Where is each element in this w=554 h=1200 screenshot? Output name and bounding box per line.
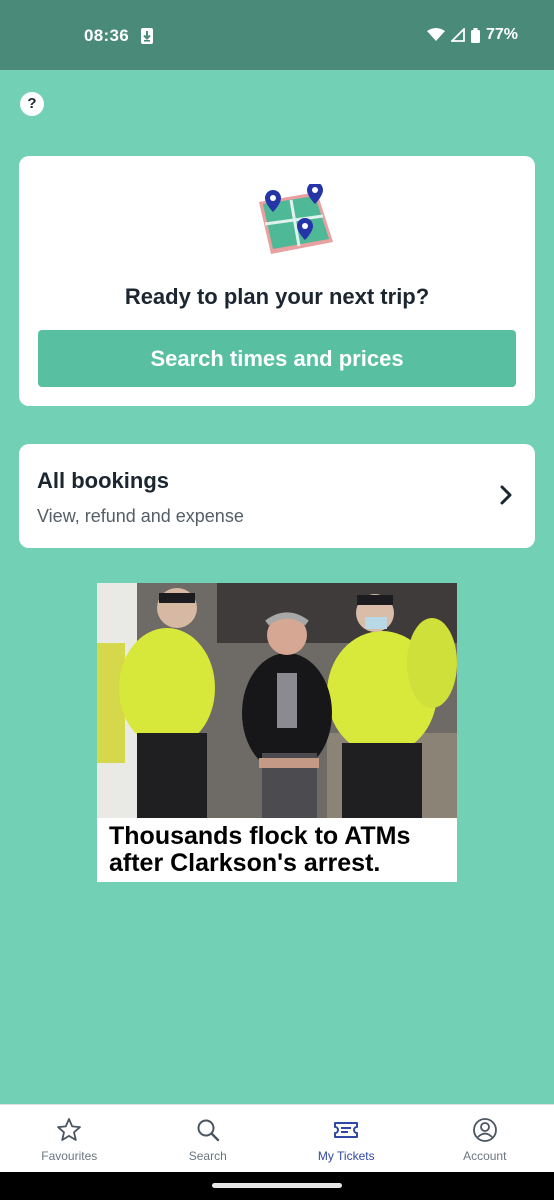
news-photo [97,583,457,818]
wifi-icon [426,28,445,41]
bookings-title: All bookings [37,468,169,493]
nav-label: Search [188,1149,227,1163]
search-icon [197,1119,219,1142]
nav-my-tickets[interactable]: My Tickets [277,1105,416,1172]
plan-title: Ready to plan your next trip? [124,284,430,309]
help-button[interactable]: ? [20,92,44,116]
status-time: 08:36 [84,26,129,45]
bookings-subtitle: View, refund and expense [37,506,244,526]
promo-image: Thousands flock to ATMs after Clarkson's… [97,583,457,882]
ticket-icon [334,1122,359,1138]
signal-icon [450,28,465,42]
promo-caption: Thousands flock to ATMs after Clarkson's… [109,822,411,877]
chevron-right-icon [500,485,512,505]
star-icon [57,1118,82,1141]
bottom-navigation: Favourites Search My Tickets Account [0,1104,554,1172]
search-times-button[interactable]: Search times and prices [38,330,516,387]
nav-account[interactable]: Account [416,1105,554,1172]
map-icon [259,184,333,254]
gesture-bar [0,1172,554,1200]
nav-search[interactable]: Search [139,1105,278,1172]
plan-trip-card: Ready to plan your next trip? Search tim… [19,156,535,406]
nav-label: My Tickets [317,1149,375,1163]
nav-label: Favourites [41,1149,98,1163]
nav-label: Account [463,1149,507,1163]
all-bookings-card[interactable]: All bookings View, refund and expense [19,444,535,548]
battery-icon [470,27,480,43]
status-bar: 08:36 77% [0,0,554,70]
status-indicators: 77% [426,26,518,44]
battery-percent: 77% [485,26,518,43]
nav-favourites[interactable]: Favourites [0,1105,139,1172]
home-indicator[interactable] [212,1183,342,1188]
download-icon [141,28,153,44]
account-icon [472,1118,497,1142]
